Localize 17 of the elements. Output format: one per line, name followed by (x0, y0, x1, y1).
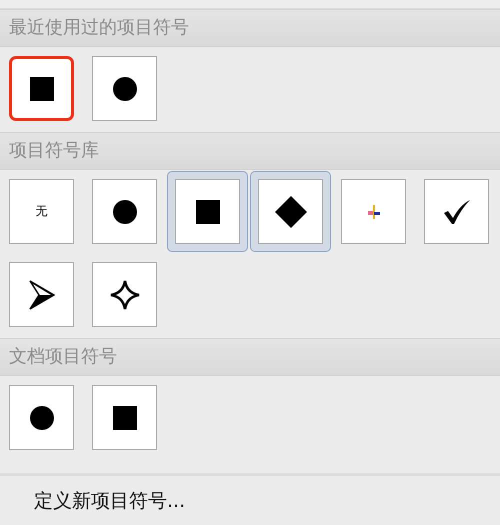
square-icon (30, 76, 54, 100)
circle-icon (112, 200, 136, 224)
define-new-bullet-item[interactable]: 定义新项目符号... (0, 476, 500, 514)
cross-icon (368, 204, 380, 218)
square-icon (196, 200, 220, 224)
section-header: 文档项目符号 (0, 338, 500, 376)
section-header: 最近使用过的项目符号 (0, 9, 500, 47)
star-icon (110, 280, 140, 310)
check-icon (442, 198, 470, 224)
bullet-option[interactable] (167, 171, 248, 252)
circle-icon (112, 76, 136, 100)
arrowhead-icon (28, 280, 54, 310)
circle-icon (30, 406, 54, 430)
bullet-option[interactable] (250, 171, 331, 252)
diamond-icon (274, 196, 306, 228)
square-icon (112, 406, 136, 430)
section-header: 项目符号库 (0, 132, 500, 170)
